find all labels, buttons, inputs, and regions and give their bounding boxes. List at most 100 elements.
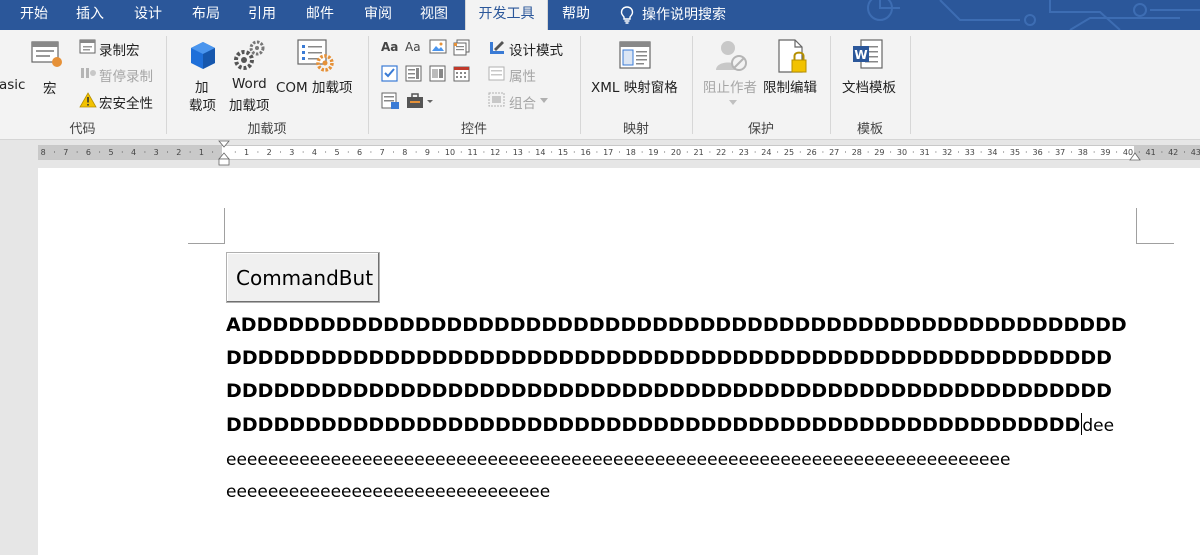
ruler-number: 15 <box>557 148 569 157</box>
ruler-tick: · <box>1070 148 1073 157</box>
com-addins-button[interactable]: COM 加载项 <box>276 76 353 96</box>
ruler-number: 39 <box>1100 148 1111 157</box>
ruler-tick: · <box>527 148 531 157</box>
ruler-number: 43 <box>1190 148 1200 157</box>
ruler-number: 30 <box>896 148 908 157</box>
group-label-code: 代码 <box>69 122 96 137</box>
ruler-number: 37 <box>1055 148 1066 157</box>
tab-insert[interactable]: 插入 <box>64 0 116 30</box>
tell-me-search[interactable]: 操作说明搜索 <box>620 0 750 30</box>
visual-basic-button[interactable]: asic <box>0 77 25 93</box>
ruler-number: 7 <box>379 148 385 157</box>
ruler-number: 3 <box>289 148 295 157</box>
macros-button[interactable]: 宏 <box>43 77 57 97</box>
ruler-tick: · <box>821 148 825 157</box>
ruler-tick: · <box>166 148 169 157</box>
tab-home[interactable]: 开始 <box>8 0 60 30</box>
date-picker-control-icon[interactable] <box>453 65 471 82</box>
ruler-tick: · <box>324 148 327 157</box>
tab-mailings[interactable]: 邮件 <box>294 0 346 30</box>
ruler-tick: · <box>957 148 960 157</box>
block-authors-icon <box>716 41 747 71</box>
addins-button-line2[interactable]: 载项 <box>189 94 216 114</box>
ruler-number: 2 <box>266 148 272 157</box>
tab-design[interactable]: 设计 <box>122 0 174 30</box>
rich-text-control-icon[interactable]: Aa <box>381 40 398 54</box>
ruler-tick: · <box>1160 148 1164 157</box>
ruler-tick: · <box>75 148 79 157</box>
pause-recording-icon <box>81 68 96 78</box>
tab-view[interactable]: 视图 <box>408 0 460 30</box>
checkbox-control-icon[interactable] <box>381 65 399 82</box>
tab-developer[interactable]: 开发工具 <box>465 0 548 30</box>
ruler-number: 14 <box>535 148 546 157</box>
tab-help[interactable]: 帮助 <box>550 0 602 30</box>
ruler-number: 38 <box>1077 148 1088 157</box>
xml-mapping-pane-button[interactable]: XML 映射窗格 <box>591 76 678 96</box>
tab-references[interactable]: 引用 <box>236 0 288 30</box>
horizontal-ruler[interactable]: 8 · 7 · 6 · 5 · 4 · 3 · 2 · 1 · · 1 · 2 · 3 · 4 · 5 · 6 · 7 · 8 · 9 · 10 · 11… <box>38 140 1200 166</box>
ruler-number: 21 <box>693 148 704 157</box>
com-addins-icon <box>297 39 334 72</box>
ruler-number: 42 <box>1168 148 1179 157</box>
ruler-number: 26 <box>806 148 817 157</box>
ruler-number: 17 <box>603 148 614 157</box>
ruler-tick: · <box>414 148 418 157</box>
group-label-mapping: 映射 <box>622 122 649 137</box>
restrict-editing-button[interactable]: 限制编辑 <box>763 76 817 96</box>
ruler-number: 1 <box>198 148 204 157</box>
addins-button-line1[interactable]: 加 <box>195 76 209 96</box>
ruler-tick: · <box>550 148 553 157</box>
group-icon <box>488 92 505 107</box>
design-mode-icon <box>490 41 504 54</box>
command-button[interactable]: CommandBut <box>226 252 380 303</box>
ruler-tick: · <box>1025 148 1028 157</box>
record-macro-button[interactable]: 录制宏 <box>99 39 140 59</box>
ruler-number: 5 <box>334 148 340 157</box>
ruler-number: 20 <box>670 148 682 157</box>
properties-button[interactable]: 属性 <box>509 65 536 85</box>
ruler-number: 41 <box>1145 148 1156 157</box>
design-mode-button[interactable]: 设计模式 <box>509 39 563 59</box>
ruler-tick: · <box>979 148 983 157</box>
ruler-tick: · <box>482 148 486 157</box>
word-addins-line1[interactable]: Word <box>232 76 267 92</box>
restrict-editing-icon <box>778 39 807 73</box>
ruler-tick: · <box>460 148 463 157</box>
ruler-number: 1 <box>244 148 250 157</box>
text-line: DDDDDDDDDDDDDDDDDDDDDDDDDDDDDDDDDDDDDDDD… <box>226 380 1113 402</box>
group-button[interactable]: 组合 <box>509 92 536 112</box>
word-addins-line2[interactable]: 加载项 <box>229 94 270 114</box>
pause-recording-button[interactable]: 暂停录制 <box>99 65 153 85</box>
plain-text-control-icon[interactable]: Aa <box>405 40 421 54</box>
addins-cube-icon <box>191 42 215 69</box>
margin-corner-mark <box>188 208 225 244</box>
picture-control-icon[interactable] <box>429 39 447 55</box>
ruler-tick: · <box>866 148 870 157</box>
tab-layout[interactable]: 布局 <box>180 0 232 30</box>
ruler-number: 8 <box>402 148 408 157</box>
ruler-number: 23 <box>738 148 749 157</box>
ribbon-developer: asic 宏 录制宏 暂停录制 宏安全性 代码 加 载项 Word 加载项 CO… <box>0 30 1200 140</box>
word-document-template-icon: W <box>853 39 883 69</box>
tab-review[interactable]: 审阅 <box>352 0 404 30</box>
repeating-section-control-icon[interactable] <box>381 92 401 110</box>
document-template-button[interactable]: 文档模板 <box>842 76 896 96</box>
document-page[interactable]: CommandBut ADDDDDDDDDDDDDDDDDDDDDDDDDDDD… <box>38 168 1200 555</box>
ruler-tick: · <box>776 148 779 157</box>
right-indent-marker-icon[interactable] <box>1129 151 1141 161</box>
indent-marker-icon[interactable] <box>218 140 230 168</box>
combo-box-control-icon[interactable] <box>405 65 423 82</box>
building-block-control-icon[interactable] <box>453 39 471 56</box>
ruler-number: 33 <box>964 148 975 157</box>
ruler-tick: · <box>573 148 576 157</box>
block-authors-button[interactable]: 阻止作者 <box>703 76 757 96</box>
svg-text:W: W <box>854 48 867 62</box>
text-line: ADDDDDDDDDDDDDDDDDDDDDDDDDDDDDDDDDDDDDDD… <box>226 314 1127 336</box>
dropdown-list-control-icon[interactable] <box>429 65 447 82</box>
ruler-number: 3 <box>153 148 159 157</box>
macro-security-button[interactable]: 宏安全性 <box>99 92 153 112</box>
ruler-number: 9 <box>424 148 430 157</box>
legacy-tools-icon[interactable] <box>405 92 435 110</box>
text-line: eeeeeeeeeeeeeeeeeeeeeeeeeeeeeeeeeeeeeeee… <box>226 450 1011 470</box>
